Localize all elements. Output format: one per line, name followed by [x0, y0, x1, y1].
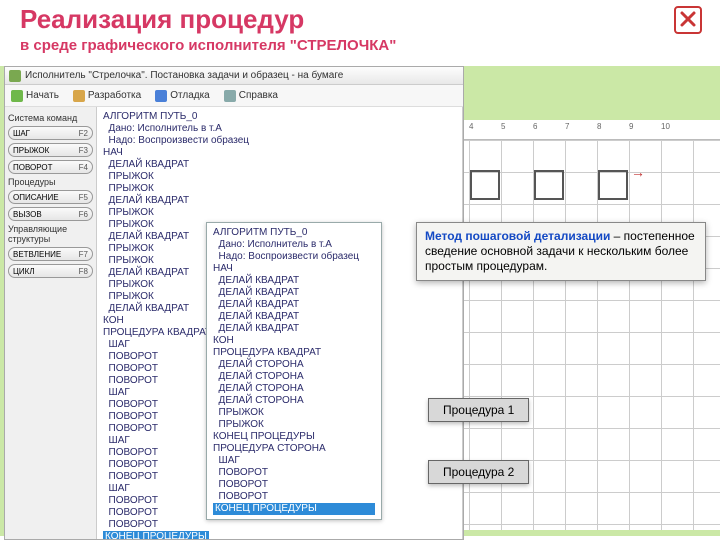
sidebar-command-button[interactable]: ПОВОРОТ F4: [8, 160, 93, 174]
dev-icon: [73, 90, 85, 102]
code-line: ПОВОРОТ: [103, 519, 456, 531]
drawn-square: [534, 170, 564, 200]
code-line: ПОВОРОТ: [213, 491, 375, 503]
sidebar-command-button[interactable]: ПРЫЖОК F3: [8, 143, 93, 157]
sidebar-group-commands: Система команд: [8, 113, 93, 123]
drawn-square: [470, 170, 500, 200]
shortcut-label: F2: [79, 129, 88, 138]
button-label: ЦИКЛ: [13, 267, 35, 276]
code-line: НАЧ: [213, 263, 375, 275]
page-title: Реализация процедур: [20, 4, 700, 35]
code-line: ПОВОРОТ: [213, 479, 375, 491]
sidebar-command-button[interactable]: ВЕТВЛЕНИЕ F7: [8, 247, 93, 261]
window-title: Исполнитель "Стрелочка". Постановка зада…: [25, 70, 343, 81]
code-line: ДЕЛАЙ КВАДРАТ: [213, 311, 375, 323]
procedure-1-button[interactable]: Процедура 1: [428, 398, 529, 422]
help-icon: [224, 90, 236, 102]
button-label: ПРЫЖОК: [13, 146, 49, 155]
sidebar-group-structures: Управляющие структуры: [8, 224, 93, 244]
shortcut-label: F6: [79, 210, 88, 219]
code-line: ДЕЛАЙ СТОРОНА: [213, 395, 375, 407]
procedure-2-button[interactable]: Процедура 2: [428, 460, 529, 484]
code-line: ПРЫЖОК: [213, 419, 375, 431]
info-lead: Метод пошаговой детализации: [425, 229, 610, 243]
code-line: ДЕЛАЙ КВАДРАТ: [213, 299, 375, 311]
info-callout: Метод пошаговой детализации – постепенно…: [416, 222, 706, 281]
debug-icon: [155, 90, 167, 102]
toolbar-start[interactable]: Начать: [11, 90, 59, 102]
code-line: КОНЕЦ ПРОЦЕДУРЫ: [213, 431, 375, 443]
code-line: ДЕЛАЙ КВАДРАТ: [103, 195, 456, 207]
ruler-tick: 10: [661, 122, 670, 131]
code-line: ПРЫЖОК: [103, 183, 456, 195]
code-line: ДЕЛАЙ КВАДРАТ: [213, 323, 375, 335]
code-line: ДЕЛАЙ СТОРОНА: [213, 359, 375, 371]
shortcut-label: F8: [79, 267, 88, 276]
drawn-square: [598, 170, 628, 200]
code-line: НАЧ: [103, 147, 456, 159]
sidebar-group-procedures: Процедуры: [8, 177, 93, 187]
close-icon: [679, 10, 697, 31]
code-line: КОН: [213, 335, 375, 347]
code-line: Надо: Воспроизвести образец: [213, 251, 375, 263]
slide-header: Реализация процедур в среде графического…: [0, 0, 720, 56]
code-highlight-main: КОНЕЦ ПРОЦЕДУРЫ: [103, 531, 209, 539]
code-highlight-overlay: КОНЕЦ ПРОЦЕДУРЫ: [213, 503, 375, 515]
shortcut-label: F3: [79, 146, 88, 155]
toolbar: Начать Разработка Отладка Справка: [5, 85, 463, 107]
ruler-tick: 5: [501, 122, 505, 131]
app-icon: [9, 70, 21, 82]
sidebar-command-button[interactable]: ВЫЗОВ F6: [8, 207, 93, 221]
code-line: ДЕЛАЙ КВАДРАТ: [103, 159, 456, 171]
sidebar-command-button[interactable]: ШАГ F2: [8, 126, 93, 140]
button-label: ОПИСАНИЕ: [13, 193, 59, 202]
button-label: ШАГ: [13, 129, 30, 138]
arrow-icon: →: [631, 164, 645, 180]
ruler-tick: 4: [469, 122, 473, 131]
code-line: Надо: Воспроизвести образец: [103, 135, 456, 147]
code-line: ДЕЛАЙ СТОРОНА: [213, 371, 375, 383]
code-line: ПРЫЖОК: [103, 207, 456, 219]
shortcut-label: F4: [79, 163, 88, 172]
code-line: АЛГОРИТМ ПУТЬ_0: [213, 227, 375, 239]
code-line: ПРОЦЕДУРА КВАДРАТ: [213, 347, 375, 359]
close-button[interactable]: [674, 6, 702, 34]
page-subtitle: в среде графического исполнителя "СТРЕЛО…: [20, 37, 700, 54]
code-line: ДЕЛАЙ КВАДРАТ: [213, 275, 375, 287]
code-line: ПРОЦЕДУРА СТОРОНА: [213, 443, 375, 455]
shortcut-label: F7: [79, 250, 88, 259]
ruler-tick: 7: [565, 122, 569, 131]
button-label: ВЕТВЛЕНИЕ: [13, 250, 61, 259]
toolbar-help[interactable]: Справка: [224, 90, 278, 102]
sidebar-command-button[interactable]: ОПИСАНИЕ F5: [8, 190, 93, 204]
code-line: ПОВОРОТ: [213, 467, 375, 479]
code-line: АЛГОРИТМ ПУТЬ_0: [103, 111, 456, 123]
toolbar-debug[interactable]: Отладка: [155, 90, 210, 102]
ruler-tick: 9: [629, 122, 633, 131]
code-editor-overlay[interactable]: АЛГОРИТМ ПУТЬ_0 Дано: Исполнитель в т.А …: [206, 222, 382, 520]
code-line: Дано: Исполнитель в т.А: [213, 239, 375, 251]
code-line: ДЕЛАЙ СТОРОНА: [213, 383, 375, 395]
window-titlebar: Исполнитель "Стрелочка". Постановка зада…: [5, 67, 463, 85]
sidebar-command-button[interactable]: ЦИКЛ F8: [8, 264, 93, 278]
code-line: ПРЫЖОК: [103, 171, 456, 183]
command-sidebar: Система команд ШАГ F2 ПРЫЖОК F3 ПОВОРОТ F4 Пр…: [5, 107, 97, 539]
shortcut-label: F5: [79, 193, 88, 202]
code-line: ДЕЛАЙ КВАДРАТ: [213, 287, 375, 299]
play-icon: [11, 90, 23, 102]
button-label: ВЫЗОВ: [13, 210, 42, 219]
ruler-tick: 8: [597, 122, 601, 131]
button-label: ПОВОРОТ: [13, 163, 53, 172]
code-line: ШАГ: [213, 455, 375, 467]
code-line: Дано: Исполнитель в т.А: [103, 123, 456, 135]
toolbar-dev[interactable]: Разработка: [73, 90, 141, 102]
ruler-tick: 6: [533, 122, 537, 131]
code-line: ПРЫЖОК: [213, 407, 375, 419]
